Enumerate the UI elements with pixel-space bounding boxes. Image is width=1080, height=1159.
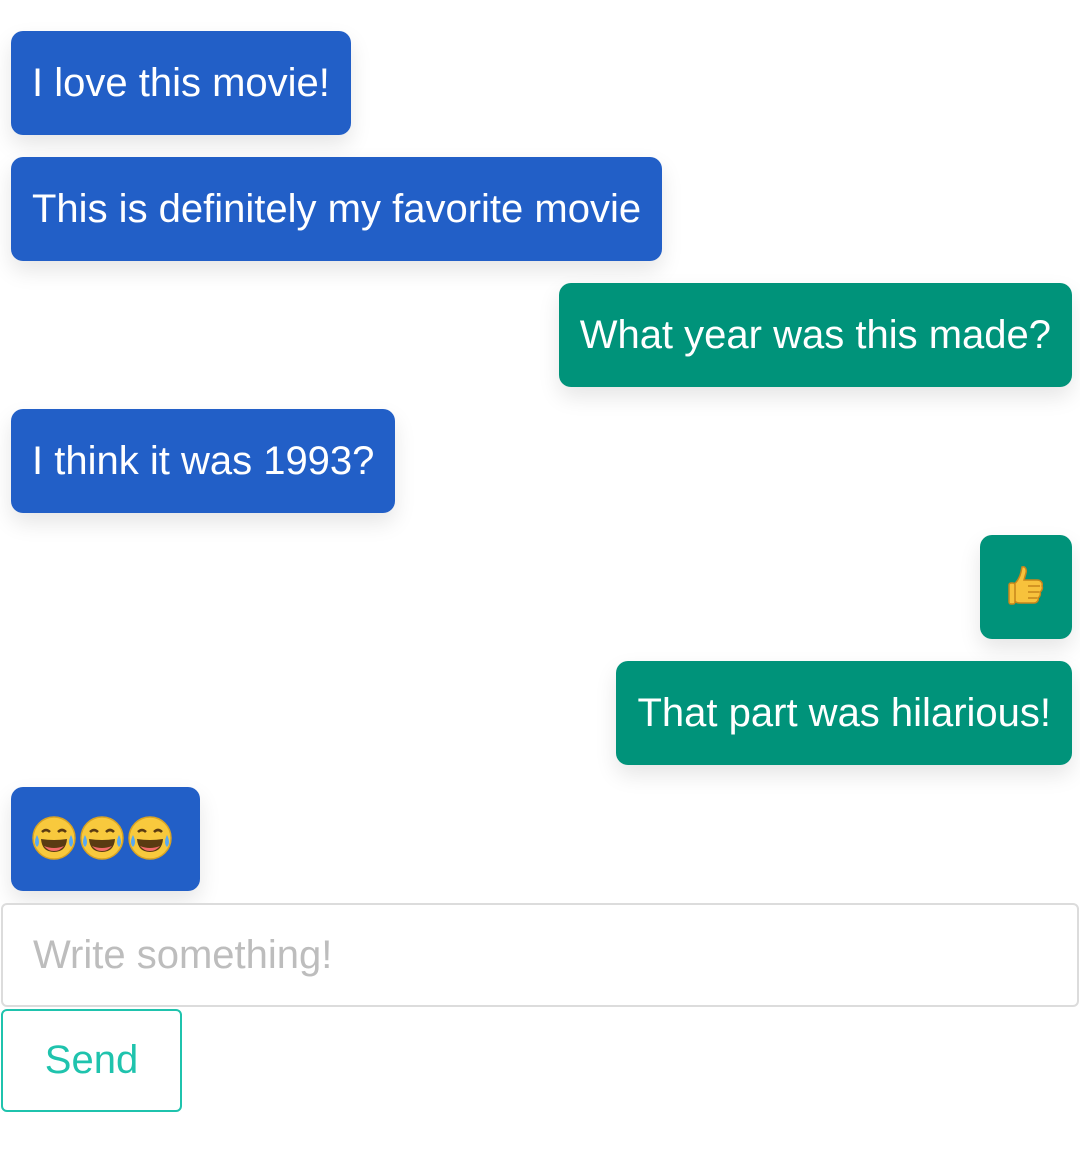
- message-text: What year was this made?: [579, 313, 1051, 357]
- message-bubble-outgoing: That part was hilarious!: [616, 661, 1072, 765]
- laughing-face-icon: [32, 816, 76, 861]
- laughing-face-icon: [128, 816, 172, 861]
- message-bubble-incoming: I love this movie!: [11, 31, 351, 135]
- send-button[interactable]: Send: [1, 1009, 182, 1112]
- message-text: That part was hilarious!: [637, 691, 1051, 735]
- message-text: I love this movie!: [32, 61, 330, 105]
- message-text: This is definitely my favorite movie: [32, 187, 642, 231]
- chat-window: I love this movie! This is definitely my…: [0, 0, 1080, 1159]
- message-bubble-incoming: I think it was 1993?: [11, 409, 396, 513]
- message-input[interactable]: [1, 903, 1079, 1007]
- message-bubble-outgoing: 👍: [980, 535, 1072, 639]
- message-text: I think it was 1993?: [32, 439, 375, 483]
- message-bubble-outgoing: What year was this made?: [558, 283, 1072, 387]
- message-bubble-incoming: 😂😂😂: [11, 787, 200, 891]
- thumbs-up-icon: [1008, 566, 1044, 606]
- message-bubble-incoming: This is definitely my favorite movie: [11, 157, 663, 261]
- laughing-face-icon: [80, 816, 124, 861]
